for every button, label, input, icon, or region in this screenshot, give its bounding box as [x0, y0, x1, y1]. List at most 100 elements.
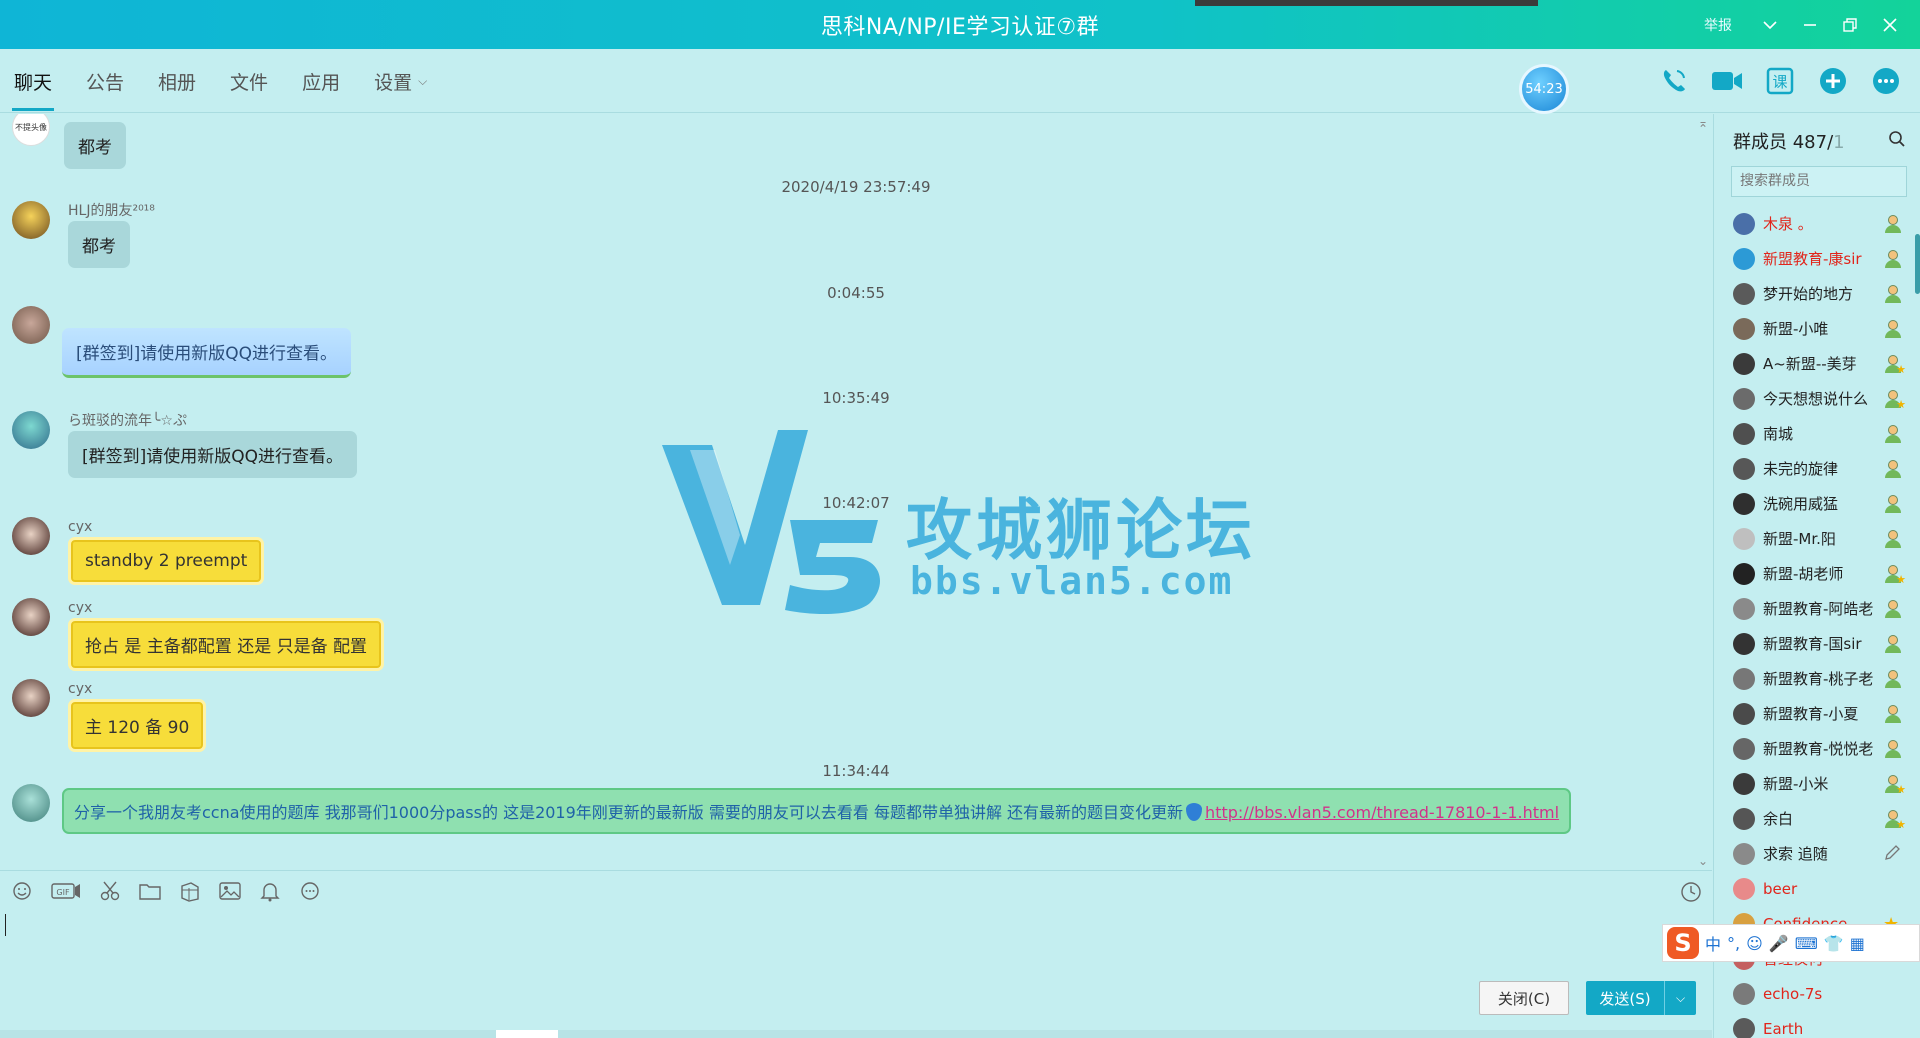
avatar[interactable] [12, 411, 50, 449]
class-icon[interactable]: 课 [1764, 65, 1796, 97]
avatar[interactable] [12, 679, 50, 717]
avatar[interactable] [12, 201, 50, 239]
member-item[interactable]: 新盟教育-康sir [1714, 241, 1920, 276]
member-item[interactable]: echo-7s [1714, 976, 1920, 1011]
edit-icon[interactable] [1883, 844, 1903, 864]
avatar[interactable] [12, 517, 50, 555]
scroll-down-icon[interactable]: ⌄ [1698, 854, 1708, 868]
member-item[interactable]: 新盟教育-桃子老 [1714, 661, 1920, 696]
member-item[interactable]: 新盟-胡老师 ★ [1714, 556, 1920, 591]
member-item[interactable]: 新盟-小米 ★ [1714, 766, 1920, 801]
ime-emoji-icon[interactable]: ☺ [1746, 934, 1763, 953]
bell-icon[interactable] [258, 879, 282, 903]
send-button[interactable]: 发送(S) ⌵ [1586, 981, 1696, 1015]
phone-icon[interactable] [1658, 65, 1690, 97]
message-body: 分享一个我朋友考ccna使用的题库 我那哥们1000分pass的 这是2019年… [62, 784, 1572, 834]
admin-role-icon [1883, 669, 1903, 689]
tab-settings[interactable]: 设置 ⌵ [374, 49, 427, 113]
status-tab [496, 1030, 558, 1038]
member-search-input[interactable]: 搜索群成员 [1731, 166, 1907, 197]
scroll-up-icon[interactable]: ⌅ [1698, 116, 1708, 130]
member-item[interactable]: 新盟教育-国sir [1714, 626, 1920, 661]
member-item[interactable]: Earth [1714, 1011, 1920, 1038]
tab-files[interactable]: 文件 [230, 49, 268, 113]
send-options-chevron-icon[interactable]: ⌵ [1664, 981, 1696, 1015]
member-item[interactable]: 新盟教育-小夏 [1714, 696, 1920, 731]
sender-name: cyx [68, 519, 93, 535]
folder-icon[interactable] [138, 879, 162, 903]
avatar[interactable] [12, 784, 50, 822]
avatar[interactable]: 不提头像 [12, 114, 50, 146]
tab-album[interactable]: 相册 [158, 49, 196, 113]
tab-bar: 聊天 公告 相册 文件 应用 设置 ⌵ [11, 49, 461, 113]
member-item[interactable]: 洗碗用威猛 [1714, 486, 1920, 521]
message-link[interactable]: http://bbs.vlan5.com/thread-17810-1-1.ht… [1205, 803, 1559, 822]
member-item[interactable]: 求索 追随 [1714, 836, 1920, 871]
message-bubble[interactable]: 都考 [64, 122, 126, 169]
scissors-icon[interactable] [98, 879, 122, 903]
member-item[interactable]: 新盟-小唯 [1714, 311, 1920, 346]
ime-toolbox-icon[interactable]: ▦ [1850, 934, 1865, 953]
screenshot-icon[interactable] [178, 879, 202, 903]
sender-name: cyx [68, 600, 93, 616]
gif-icon[interactable]: GIF [50, 879, 82, 903]
message-bubble[interactable]: standby 2 preempt [68, 537, 265, 585]
message-bubble[interactable]: 主 120 备 90 [68, 699, 207, 752]
more-icon[interactable] [1870, 65, 1902, 97]
member-item[interactable]: 今天想想说什么 ★ [1714, 381, 1920, 416]
message-bubble[interactable]: [群签到]请使用新版QQ进行查看。 [62, 328, 352, 378]
tab-apps[interactable]: 应用 [302, 49, 340, 113]
image-icon[interactable] [218, 879, 242, 903]
member-name: 新盟教育-小夏 [1763, 705, 1859, 723]
avatar[interactable] [12, 306, 50, 344]
member-item[interactable]: A~新盟--美芽 ★ [1714, 346, 1920, 381]
message-bubble[interactable]: 分享一个我朋友考ccna使用的题库 我那哥们1000分pass的 这是2019年… [62, 788, 1572, 834]
message-body: HLJ的朋友²⁰¹⁸ 都考 [68, 201, 155, 268]
member-avatar [1733, 422, 1755, 445]
member-avatar [1733, 702, 1755, 725]
member-item[interactable]: 梦开始的地方 [1714, 276, 1920, 311]
ime-toolbar[interactable]: S 中 °, ☺ 🎤 ⌨ 👕 ▦ [1662, 924, 1920, 962]
minimize-icon[interactable] [1790, 0, 1830, 49]
member-item[interactable]: 未完的旋律 [1714, 451, 1920, 486]
message-composer: GIF 关闭(C) 发送(S) ⌵ [0, 870, 1712, 1038]
ime-voice-icon[interactable]: 🎤 [1769, 934, 1789, 953]
ime-chinese-mode-icon[interactable]: 中 [1705, 931, 1721, 955]
chevron-down-icon[interactable] [1750, 0, 1790, 49]
ime-skin-icon[interactable]: 👕 [1824, 934, 1844, 953]
member-item[interactable]: 余白 ★ [1714, 801, 1920, 836]
emoji-icon[interactable] [10, 879, 34, 903]
message: ら斑驳的流年╰☆ぷ [群签到]请使用新版QQ进行查看。 [12, 411, 358, 478]
member-item[interactable]: 新盟-Mr.阳 [1714, 521, 1920, 556]
restore-icon[interactable] [1830, 0, 1870, 49]
avatar[interactable] [12, 598, 50, 636]
member-item[interactable]: 南城 [1714, 416, 1920, 451]
message-bubble[interactable]: 都考 [68, 221, 130, 268]
close-icon[interactable] [1870, 0, 1910, 49]
ime-keyboard-icon[interactable]: ⌨ [1795, 934, 1818, 953]
member-item[interactable]: 新盟教育-阿皓老 [1714, 591, 1920, 626]
message-bubble[interactable]: [群签到]请使用新版QQ进行查看。 [68, 431, 358, 478]
tab-chat[interactable]: 聊天 [11, 49, 55, 113]
sogou-logo-icon[interactable]: S [1667, 927, 1699, 959]
search-icon[interactable] [1888, 130, 1906, 152]
ime-punctuation-icon[interactable]: °, [1727, 934, 1740, 953]
call-timer-badge[interactable]: 54:23 [1522, 67, 1566, 111]
member-item[interactable]: 新盟教育-悦悦老 [1714, 731, 1920, 766]
member-name: 未完的旋律 [1763, 460, 1839, 478]
video-icon[interactable] [1711, 65, 1743, 97]
member-item[interactable]: 木泉 。 [1714, 206, 1920, 241]
member-item[interactable]: beer [1714, 871, 1920, 906]
add-icon[interactable] [1817, 65, 1849, 97]
member-scrollbar[interactable] [1915, 234, 1920, 294]
admin-role-icon [1883, 284, 1903, 304]
message-bubble[interactable]: 抢占 是 主备都配置 还是 只是备 配置 [68, 618, 385, 671]
history-clock-icon[interactable] [1680, 881, 1702, 907]
text-caret[interactable] [5, 914, 6, 936]
admin-role-icon [1883, 214, 1903, 234]
more-options-icon[interactable] [298, 879, 322, 903]
close-button[interactable]: 关闭(C) [1479, 981, 1569, 1015]
report-link[interactable]: 举报 [1704, 15, 1732, 35]
chat-history[interactable]: ⌅ 不提头像 都考 2020/4/19 23:57:49 HLJ的朋友²⁰¹⁸ … [0, 114, 1712, 869]
tab-announcement[interactable]: 公告 [86, 49, 124, 113]
